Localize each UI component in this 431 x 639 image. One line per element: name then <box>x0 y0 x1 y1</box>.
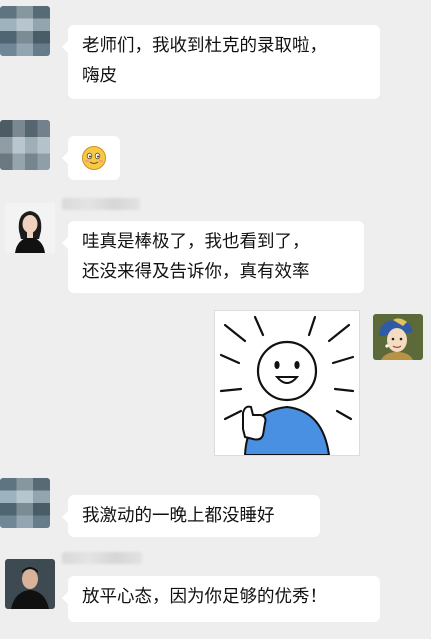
message-text: 放平心态，因为你足够的优秀！ <box>82 587 327 607</box>
girl-with-pearl-earring-icon <box>373 314 423 360</box>
man-portrait-icon <box>5 559 55 609</box>
avatar-woman[interactable] <box>5 203 55 253</box>
avatar-blurred-1[interactable] <box>0 6 50 56</box>
emoji-bubble <box>62 136 120 180</box>
blushing-smile-emoji-icon <box>82 146 106 170</box>
message-text: 还没来得及告诉你，真有效率 <box>82 262 310 282</box>
name-label-blurred <box>62 552 142 564</box>
message-text: 老师们，我收到杜克的录取啦， <box>82 36 327 56</box>
woman-portrait-icon <box>5 203 55 253</box>
avatar-blurred-3[interactable] <box>0 478 50 528</box>
avatar-blurred-2[interactable] <box>0 120 50 170</box>
sticker-card[interactable] <box>214 310 360 456</box>
message-bubble-3: 哇真是棒极了，我也看到了， 还没来得及告诉你，真有效率 <box>62 221 364 293</box>
message-bubble-6: 放平心态，因为你足够的优秀！ <box>62 576 380 622</box>
message-text: 我激动的一晚上都没睡好 <box>82 506 275 526</box>
message-bubble-1: 老师们，我收到杜克的录取啦， 嗨皮 <box>62 25 380 99</box>
message-text: 嗨皮 <box>82 66 117 86</box>
name-label-blurred <box>62 198 140 210</box>
avatar-painting[interactable] <box>373 314 423 360</box>
message-bubble-5: 我激动的一晚上都没睡好 <box>62 495 320 537</box>
avatar-man[interactable] <box>5 559 55 609</box>
message-text: 哇真是棒极了，我也看到了， <box>82 232 310 252</box>
thumbs-up-smiley-sticker-icon <box>219 315 355 456</box>
